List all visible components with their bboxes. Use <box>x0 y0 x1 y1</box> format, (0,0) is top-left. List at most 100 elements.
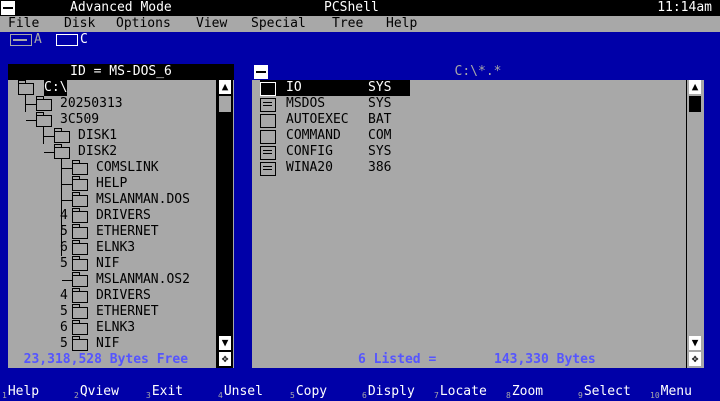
folder-icon <box>36 112 52 127</box>
menu-tree[interactable]: Tree <box>332 16 363 32</box>
tree-node[interactable]: 5 ETHERNET <box>8 224 216 240</box>
tree-node-label: ETHERNET <box>96 304 159 319</box>
tree-node[interactable]: 5 NIF <box>8 336 216 352</box>
file-scrollbar[interactable]: ▲ ▼ ✥ <box>686 80 703 368</box>
fkey-number: 9 <box>578 391 583 400</box>
app-title: PCShell <box>324 0 379 15</box>
tree-connector <box>26 120 36 121</box>
fkey-zoom[interactable]: 8Zoom <box>506 384 543 401</box>
tree-node-label: DISK1 <box>78 128 118 143</box>
drive-bar: A C <box>0 32 720 48</box>
tree-connector <box>61 158 62 256</box>
fkey-label: Help <box>7 384 40 399</box>
fkey-disply[interactable]: 6Disply <box>362 384 415 401</box>
listed-bytes: 143,330 Bytes <box>494 352 596 367</box>
file-row[interactable]: IO SYS <box>260 80 410 96</box>
arrow-down-icon[interactable]: ▼ <box>219 336 231 350</box>
file-spec: C:\*.* <box>454 64 502 79</box>
fkey-number: 4 <box>218 391 223 400</box>
menu-special[interactable]: Special <box>251 16 306 32</box>
system-menu-icon[interactable] <box>1 1 15 15</box>
tree-scrollbar[interactable]: ▲ ▼ ✥ <box>216 80 233 368</box>
tree-node-label: NIF <box>96 336 120 351</box>
folder-icon <box>72 272 88 287</box>
fkey-label: Copy <box>295 384 328 399</box>
menu-help[interactable]: Help <box>386 16 417 32</box>
file-name: CONFIG <box>286 144 333 159</box>
tree-root[interactable]: C:\ <box>8 80 216 96</box>
menu-disk[interactable]: Disk <box>64 16 95 32</box>
file-row[interactable]: WINA20 386 <box>260 160 410 176</box>
tree-node[interactable]: 5 NIF <box>8 256 216 272</box>
fkey-unsel[interactable]: 4Unsel <box>218 384 263 401</box>
tree-node-label: DRIVERS <box>96 208 151 223</box>
scroll-thumb[interactable] <box>219 96 231 112</box>
minus-box-icon[interactable] <box>254 65 268 79</box>
tree-node[interactable]: COMSLINK <box>8 160 216 176</box>
fkey-label: Zoom <box>511 384 544 399</box>
tree-node[interactable]: 4 DRIVERS <box>8 288 216 304</box>
scroll-thumb[interactable] <box>689 96 701 112</box>
tree-node-label: ELNK3 <box>96 240 136 255</box>
folder-icon <box>72 256 88 271</box>
file-icon <box>260 114 276 128</box>
mode-label: Advanced Mode <box>70 0 172 15</box>
tree-node[interactable]: 6 ELNK3 <box>8 240 216 256</box>
tree-node[interactable]: MSLANMAN.OS2 <box>8 272 216 288</box>
menu-options[interactable]: Options <box>116 16 171 32</box>
fkey-select[interactable]: 9Select <box>578 384 631 401</box>
fkey-locate[interactable]: 7Locate <box>434 384 487 401</box>
file-extension: 386 <box>368 160 392 175</box>
menu-file[interactable]: File <box>8 16 39 32</box>
drive-icon <box>56 34 78 46</box>
tree-node[interactable]: 20250313 <box>8 96 216 112</box>
move-icon[interactable]: ✥ <box>689 352 701 366</box>
tree-node[interactable]: 4 DRIVERS <box>8 208 216 224</box>
file-row[interactable]: AUTOEXEC BAT <box>260 112 410 128</box>
folder-icon <box>72 288 88 303</box>
tree-connector <box>44 136 54 137</box>
tree-node[interactable]: 5 ETHERNET <box>8 304 216 320</box>
file-row[interactable]: CONFIG SYS <box>260 144 410 160</box>
file-extension: COM <box>368 128 392 143</box>
directory-tree: C:\ 20250313 3C509 DISK1 DISK2 COMSLINK HELP MS… <box>8 80 216 352</box>
file-icon <box>260 146 276 160</box>
arrow-up-icon[interactable]: ▲ <box>219 80 231 94</box>
file-extension: SYS <box>368 144 392 159</box>
tree-node[interactable]: 6 ELNK3 <box>8 320 216 336</box>
tree-node[interactable]: DISK2 <box>8 144 216 160</box>
fkey-label: Menu <box>660 384 692 399</box>
file-name: IO <box>286 80 302 95</box>
tree-connector <box>26 104 36 105</box>
tree-connector <box>62 184 72 185</box>
fkey-label: Locate <box>439 384 487 399</box>
drive-c-label: C <box>80 32 88 47</box>
tree-panel-header: ID = MS-DOS_6 <box>8 64 234 80</box>
tree-node[interactable]: DISK1 <box>8 128 216 144</box>
menu-view[interactable]: View <box>196 16 227 32</box>
tree-node[interactable]: HELP <box>8 176 216 192</box>
tree-free-space: 23,318,528 Bytes Free <box>8 352 216 368</box>
arrow-up-icon[interactable]: ▲ <box>689 80 701 94</box>
fkey-exit[interactable]: 3Exit <box>146 384 183 401</box>
fkey-number: 10 <box>650 391 660 400</box>
file-row[interactable]: COMMAND COM <box>260 128 410 144</box>
arrow-down-icon[interactable]: ▼ <box>689 336 701 350</box>
file-icon <box>260 98 276 112</box>
folder-icon <box>72 304 88 319</box>
fkey-help[interactable]: 1Help <box>2 384 39 401</box>
move-icon[interactable]: ✥ <box>219 352 231 366</box>
tree-node[interactable]: MSLANMAN.DOS <box>8 192 216 208</box>
folder-icon <box>72 192 88 207</box>
file-row[interactable]: MSDOS SYS <box>260 96 410 112</box>
list-summary: 6 Listed = 143,330 Bytes <box>252 352 686 368</box>
tree-node-label: 3C509 <box>60 112 100 127</box>
tree-node[interactable]: 3C509 <box>8 112 216 128</box>
file-extension: SYS <box>368 80 392 95</box>
fkey-copy[interactable]: 5Copy <box>290 384 327 401</box>
fkey-menu[interactable]: 10Menu <box>650 384 692 401</box>
fkey-number: 6 <box>362 391 367 400</box>
tree-connector <box>25 94 26 112</box>
file-panel-header: C:\*.* <box>252 64 704 80</box>
fkey-qview[interactable]: 2Qview <box>74 384 119 401</box>
